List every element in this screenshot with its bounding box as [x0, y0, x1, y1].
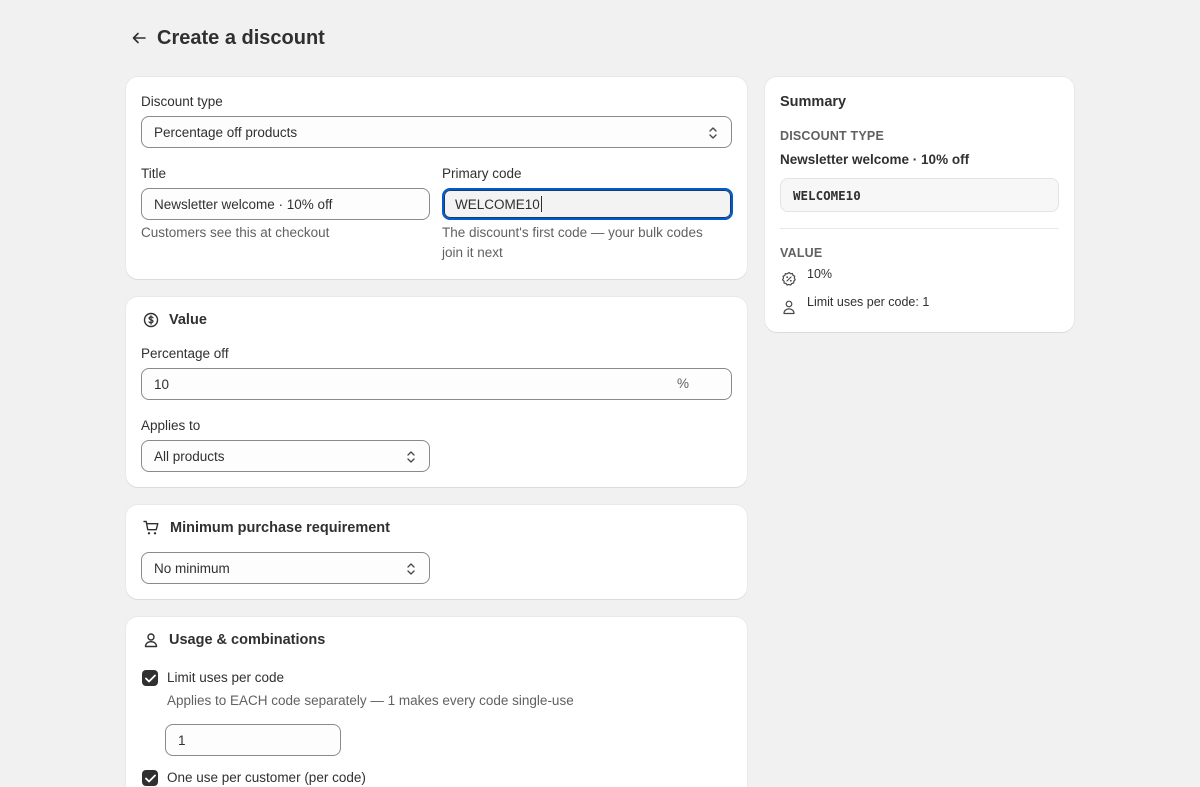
- dollar-circle-icon: [143, 312, 159, 328]
- summary-code-box: WELCOME10: [780, 178, 1059, 212]
- arrow-left-icon: [132, 32, 146, 44]
- percentage-off-input[interactable]: 10 %: [141, 368, 732, 400]
- summary-value-caption: VALUE: [780, 246, 823, 260]
- primary-code-label: Primary code: [442, 166, 522, 181]
- one-per-customer-label[interactable]: One use per customer (per code): [167, 770, 366, 785]
- minimum-purchase-card: Minimum purchase requirement No minimum: [126, 505, 747, 599]
- limit-uses-input[interactable]: 1: [165, 724, 341, 756]
- discount-details-card: Discount type Percentage off products Ti…: [126, 77, 747, 279]
- limit-uses-help: Applies to EACH code separately — 1 make…: [167, 693, 574, 708]
- minimum-purchase-select[interactable]: No minimum: [141, 552, 430, 584]
- primary-code-input[interactable]: WELCOME10: [442, 188, 733, 220]
- usage-section-title: Usage & combinations: [143, 632, 325, 648]
- minimum-purchase-title: Minimum purchase requirement: [143, 520, 390, 536]
- summary-type-title: Newsletter welcome · 10% off: [780, 152, 970, 167]
- usage-card: Usage & combinations Limit uses per code…: [126, 617, 747, 787]
- applies-to-select[interactable]: All products: [141, 440, 430, 472]
- person-icon: [783, 300, 795, 315]
- back-button[interactable]: [129, 28, 149, 48]
- summary-value-text: 10%: [807, 267, 833, 281]
- limit-uses-value: 1: [178, 732, 186, 748]
- summary-heading: Summary: [780, 94, 847, 110]
- page-title: Create a discount: [157, 26, 325, 49]
- discount-badge-icon: [782, 271, 796, 286]
- value-title-text: Value: [169, 312, 207, 328]
- summary-divider: [780, 228, 1059, 229]
- text-caret: [540, 196, 542, 212]
- cart-icon: [143, 520, 159, 535]
- discount-type-label: Discount type: [141, 94, 223, 109]
- primary-code-help-line2: join it next: [442, 245, 503, 260]
- limit-uses-checkbox[interactable]: [142, 670, 158, 686]
- summary-card: Summary DISCOUNT TYPE Newsletter welcome…: [765, 77, 1074, 332]
- primary-code-value: WELCOME10: [455, 196, 540, 212]
- percent-suffix: %: [676, 376, 689, 391]
- title-input[interactable]: Newsletter welcome · 10% off: [141, 188, 430, 220]
- applies-to-value: All products: [154, 448, 225, 464]
- usage-title-text: Usage & combinations: [169, 632, 326, 648]
- summary-limit-text: Limit uses per code: 1: [807, 295, 930, 309]
- value-section-title: Value: [143, 312, 207, 328]
- person-icon: [144, 633, 158, 648]
- limit-uses-label[interactable]: Limit uses per code: [167, 670, 284, 685]
- summary-limit-row: Limit uses per code: 1: [781, 295, 929, 315]
- select-chevron-icon: [407, 451, 415, 463]
- minimum-purchase-value: No minimum: [154, 560, 230, 576]
- percentage-off-value: 10: [154, 376, 170, 392]
- title-help-text: Customers see this at checkout: [141, 225, 330, 240]
- summary-value-row: 10%: [781, 267, 832, 287]
- discount-type-value: Percentage off products: [154, 124, 298, 140]
- summary-type-caption: DISCOUNT TYPE: [780, 129, 884, 143]
- one-per-customer-checkbox[interactable]: [142, 770, 158, 786]
- select-chevron-icon: [709, 127, 717, 139]
- title-label: Title: [141, 166, 167, 181]
- page-header: Create a discount: [129, 24, 325, 52]
- percentage-off-label: Percentage off: [141, 346, 229, 361]
- checkmark-icon: [144, 774, 156, 782]
- discount-type-select[interactable]: Percentage off products: [141, 116, 732, 148]
- checkmark-icon: [144, 674, 156, 682]
- title-input-value: Newsletter welcome · 10% off: [154, 196, 333, 212]
- minimum-purchase-title-text: Minimum purchase requirement: [170, 520, 390, 536]
- primary-code-help-line1: The discount's first code — your bulk co…: [442, 225, 703, 240]
- select-chevron-icon: [407, 563, 415, 575]
- applies-to-label: Applies to: [141, 418, 201, 433]
- value-card: Value Percentage off 10 % Applies to All…: [126, 297, 747, 487]
